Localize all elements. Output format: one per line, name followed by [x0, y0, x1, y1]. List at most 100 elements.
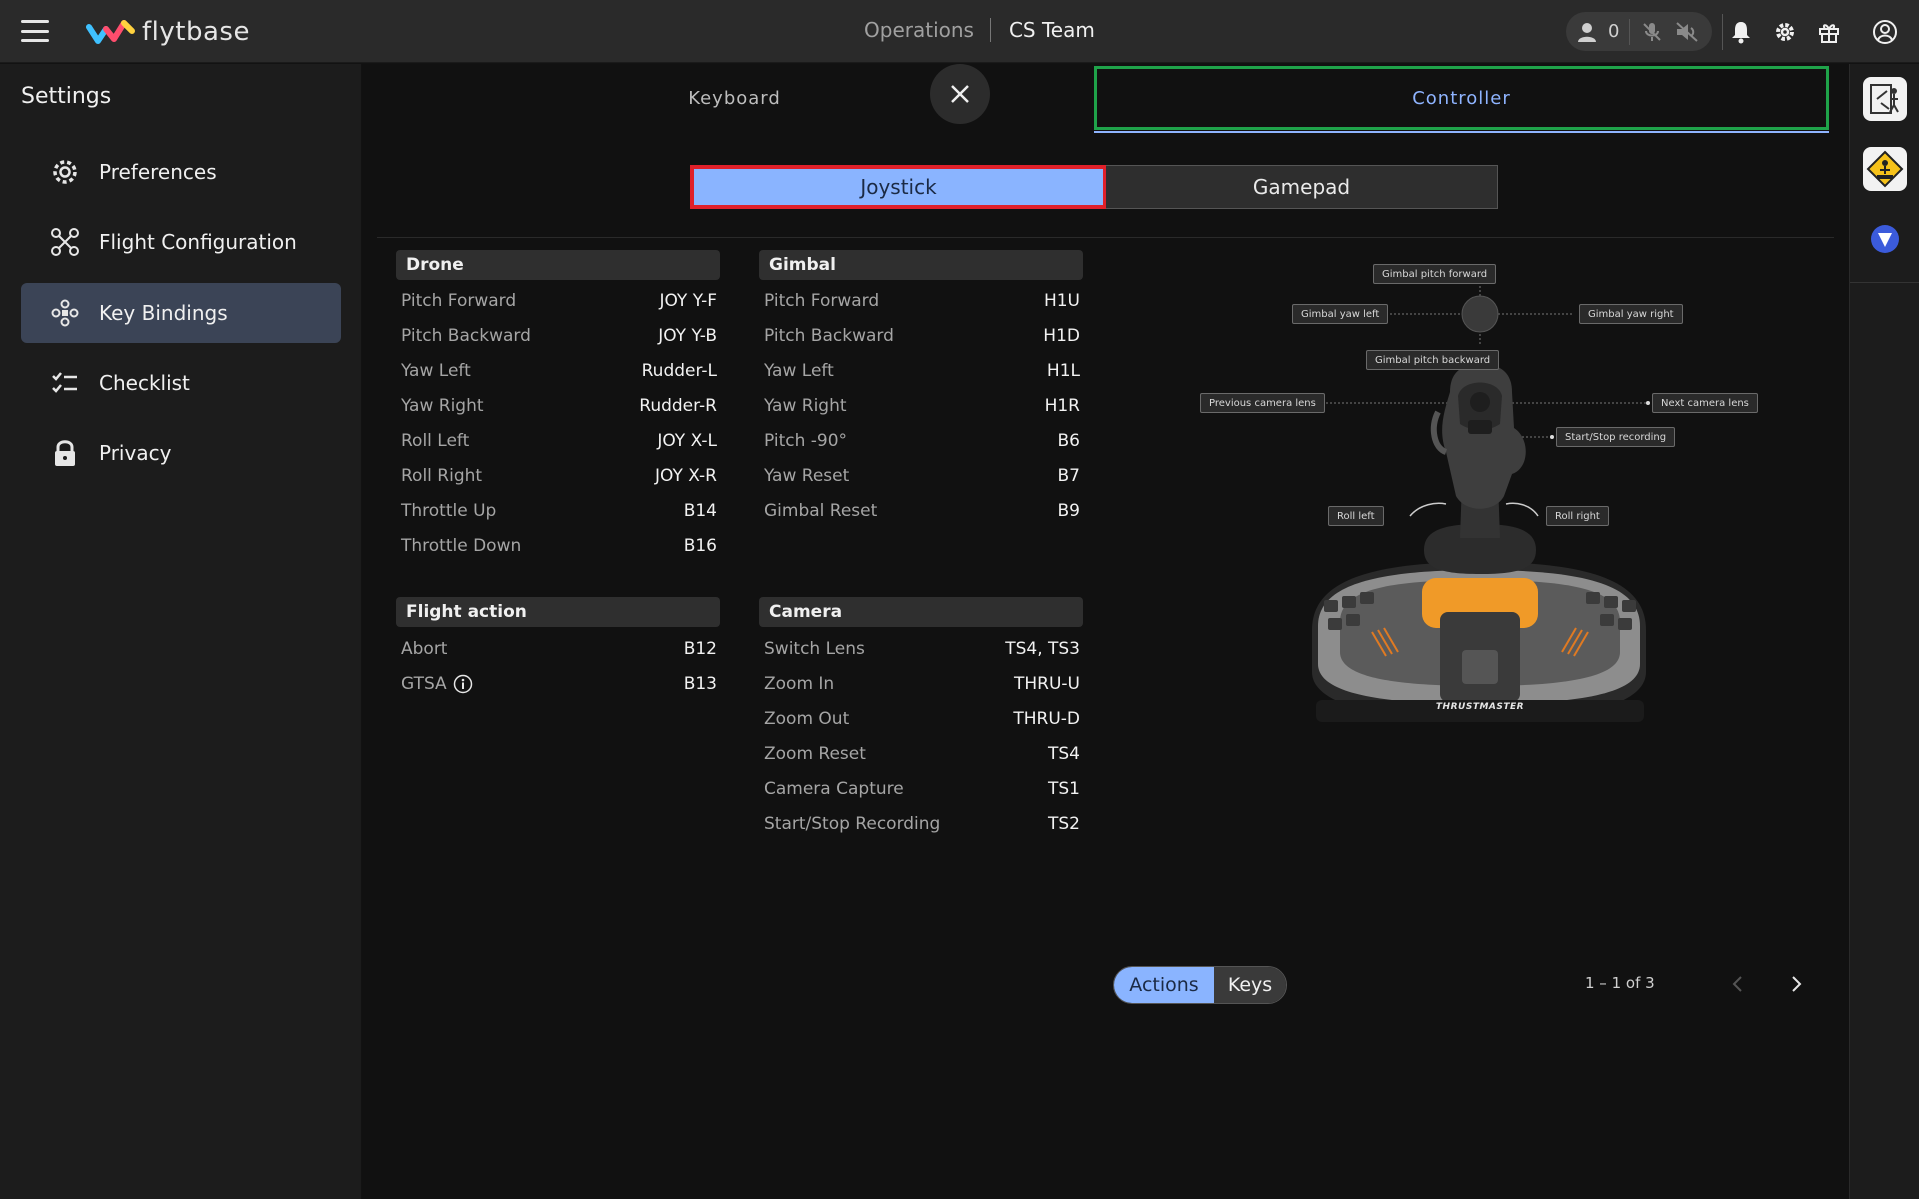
- binding-row[interactable]: Zoom Out THRU-D: [764, 707, 1080, 731]
- divider: [1722, 14, 1723, 50]
- speaker-muted-icon[interactable]: [1674, 20, 1700, 44]
- callout-gimbal-pitch-backward: Gimbal pitch backward: [1366, 350, 1500, 370]
- key-label: JOY X-L: [657, 431, 717, 451]
- binding-row[interactable]: Pitch Forward JOY Y-F: [401, 289, 717, 313]
- binding-row[interactable]: Pitch -90° B6: [764, 429, 1080, 453]
- rail-navigation-icon[interactable]: [1863, 217, 1907, 261]
- tab-keyboard[interactable]: Keyboard: [362, 66, 1107, 130]
- lock-icon: [49, 437, 81, 469]
- binding-row[interactable]: Throttle Up B14: [401, 499, 717, 523]
- sidebar-item-label: Preferences: [99, 160, 217, 184]
- close-icon: [951, 85, 969, 103]
- pager-next-button[interactable]: [1781, 968, 1813, 1000]
- nav-team[interactable]: CS Team: [991, 18, 1095, 42]
- binding-row[interactable]: Pitch Backward H1D: [764, 324, 1080, 348]
- binding-row[interactable]: Zoom In THRU-U: [764, 672, 1080, 696]
- chevron-right-icon: [1792, 976, 1802, 992]
- bell-icon[interactable]: [1727, 18, 1755, 46]
- key-label: JOY Y-B: [658, 326, 717, 346]
- action-label: Zoom In: [764, 674, 835, 694]
- joystick-button[interactable]: Joystick: [690, 165, 1107, 209]
- rail-warning-sign-icon[interactable]: [1863, 147, 1907, 191]
- key-label: H1D: [1043, 326, 1080, 346]
- nav-operations[interactable]: Operations: [864, 18, 991, 42]
- sidebar-item-checklist[interactable]: Checklist: [21, 353, 341, 413]
- sidebar-item-label: Privacy: [99, 441, 172, 465]
- group-header-gimbal: Gimbal: [759, 250, 1083, 280]
- binding-row[interactable]: Camera Capture TS1: [764, 777, 1080, 801]
- action-label: Pitch Backward: [401, 326, 531, 346]
- callout-gimbal-pitch-forward: Gimbal pitch forward: [1373, 264, 1497, 284]
- callout-gimbal-yaw-right: Gimbal yaw right: [1579, 304, 1683, 324]
- action-label-wrapper: GTSA: [401, 674, 473, 694]
- key-label: B14: [683, 501, 717, 521]
- binding-row[interactable]: Start/Stop Recording TS2: [764, 812, 1080, 836]
- gamepad-button[interactable]: Gamepad: [1106, 165, 1498, 209]
- sidebar-item-label: Checklist: [99, 371, 190, 395]
- sidebar-item-key-bindings[interactable]: Key Bindings: [21, 283, 341, 343]
- rail-app-exit-icon[interactable]: [1863, 77, 1907, 121]
- binding-row[interactable]: Yaw Reset B7: [764, 464, 1080, 488]
- active-tab-indicator: [1094, 131, 1829, 133]
- key-label: TS2: [1048, 814, 1080, 834]
- right-rail: [1849, 64, 1919, 1199]
- action-label: Throttle Up: [401, 501, 497, 521]
- key-label: Rudder-R: [639, 396, 717, 416]
- sidebar-item-label: Key Bindings: [99, 301, 228, 325]
- divider: [1850, 282, 1919, 283]
- binding-row[interactable]: GTSA B13: [401, 672, 717, 696]
- toggle-keys[interactable]: Keys: [1214, 967, 1286, 1003]
- mic-muted-icon[interactable]: [1640, 20, 1664, 44]
- binding-row[interactable]: Switch Lens TS4, TS3: [764, 637, 1080, 661]
- status-pill: 0: [1566, 12, 1712, 51]
- action-label: Gimbal Reset: [764, 501, 878, 521]
- action-label: Yaw Right: [764, 396, 847, 416]
- sidebar-title: Settings: [21, 84, 112, 109]
- close-button[interactable]: [930, 64, 990, 124]
- callout-roll-left: Roll left: [1328, 506, 1384, 526]
- action-label: Pitch Forward: [764, 291, 880, 311]
- sidebar-item-flight-configuration[interactable]: Flight Configuration: [21, 212, 341, 272]
- tab-controller[interactable]: Controller: [1094, 66, 1829, 130]
- key-label: TS4: [1048, 744, 1080, 764]
- key-label: H1R: [1044, 396, 1080, 416]
- callout-next-camera-lens: Next camera lens: [1652, 393, 1758, 413]
- key-label: H1U: [1043, 291, 1080, 311]
- info-icon[interactable]: [453, 674, 473, 694]
- binding-row[interactable]: Roll Right JOY X-R: [401, 464, 717, 488]
- binding-row[interactable]: Throttle Down B16: [401, 534, 717, 558]
- pager-previous-button[interactable]: [1721, 968, 1753, 1000]
- binding-row[interactable]: Gimbal Reset B9: [764, 499, 1080, 523]
- action-label: GTSA: [401, 674, 447, 694]
- sidebar-item-privacy[interactable]: Privacy: [21, 423, 341, 483]
- top-bar: flytbase Operations CS Team 0: [0, 0, 1919, 63]
- callout-gimbal-yaw-left: Gimbal yaw left: [1292, 304, 1389, 324]
- binding-row[interactable]: Pitch Backward JOY Y-B: [401, 324, 717, 348]
- binding-row[interactable]: Roll Left JOY X-L: [401, 429, 717, 453]
- binding-row[interactable]: Abort B12: [401, 637, 717, 661]
- key-label: B13: [683, 674, 717, 694]
- binding-row[interactable]: Zoom Reset TS4: [764, 742, 1080, 766]
- toggle-actions[interactable]: Actions: [1114, 967, 1214, 1003]
- flytbase-logo[interactable]: flytbase: [86, 16, 250, 48]
- hamburger-menu-icon[interactable]: [21, 20, 49, 42]
- key-label: B9: [1057, 501, 1080, 521]
- chevron-left-icon: [1732, 976, 1742, 992]
- account-icon[interactable]: [1871, 18, 1899, 46]
- divider: [377, 237, 1834, 238]
- settings-gear-icon[interactable]: [1771, 18, 1799, 46]
- group-header-camera: Camera: [759, 597, 1083, 627]
- key-label: THRU-U: [1014, 674, 1080, 694]
- action-label: Yaw Left: [401, 361, 471, 381]
- binding-row[interactable]: Pitch Forward H1U: [764, 289, 1080, 313]
- user-icon: [1578, 22, 1596, 42]
- binding-row[interactable]: Yaw Right Rudder-R: [401, 394, 717, 418]
- binding-row[interactable]: Yaw Left H1L: [764, 359, 1080, 383]
- drone-icon: [49, 226, 81, 258]
- gift-icon[interactable]: [1815, 18, 1843, 46]
- binding-row[interactable]: Yaw Right H1R: [764, 394, 1080, 418]
- binding-row[interactable]: Yaw Left Rudder-L: [401, 359, 717, 383]
- key-label: B16: [683, 536, 717, 556]
- sidebar-item-preferences[interactable]: Preferences: [21, 142, 341, 202]
- key-label: TS4, TS3: [1005, 639, 1080, 659]
